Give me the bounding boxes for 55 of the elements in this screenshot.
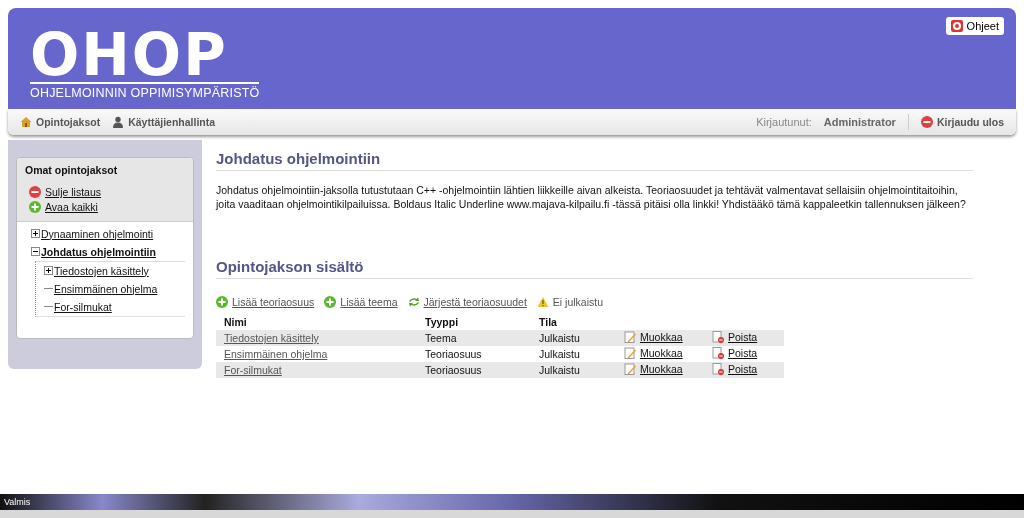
document-remove-icon (712, 331, 724, 343)
unpublished-label: Ei julkaistu (536, 296, 604, 308)
toolbar-link[interactable]: Järjestä teoriaosuudet (407, 296, 527, 308)
remove-icon (29, 186, 41, 198)
house-icon (20, 116, 32, 128)
logout-link[interactable]: Kirjaudu ulos (920, 116, 1004, 128)
table-cell: Teema (417, 330, 531, 346)
sidebar-action-link[interactable]: Avaa kaikki (29, 201, 185, 213)
help-button[interactable]: Ohjeet (945, 17, 1004, 35)
course-title: Johdatus ohjelmointiin (216, 150, 973, 171)
tree-item[interactable]: Ensimmäinen ohjelma (54, 282, 158, 295)
delete-link[interactable]: Poista (712, 347, 758, 359)
tree-item[interactable]: Johdatus ohjelmointiin (41, 245, 156, 258)
nav-link[interactable]: Käyttäjienhallinta (112, 116, 216, 128)
table-cell: Teoriaosuus (417, 362, 531, 378)
add-icon (29, 201, 41, 213)
arrows-icon (407, 296, 420, 308)
sidebar-action-link[interactable]: Sulje listaus (29, 186, 185, 198)
table-cell: Teoriaosuus (417, 346, 531, 362)
item-link[interactable]: Ensimmäinen ohjelma (224, 348, 328, 360)
document-remove-icon (712, 347, 724, 359)
course-description: Johdatus ohjelmointiin-jaksolla tutustutaan C++ -ohjelmointiin lähtien liikkeille aivan alkeista. Teoriaosuudet ja tehtävät valmentavat sellaisiin ohjelmointitaitoihin, joita vaaditaan ohjelmointikilpailuissa. Boldaus Italic Underline www.majava-kilpailu.fi -tässä pitäisi olla linkki! Yhdistääkö tämä kappaleetkin tallennuksen jälkeen? (216, 183, 967, 211)
pencil-icon (624, 331, 636, 343)
sidebar-title: Omat opintojaksot (25, 164, 119, 176)
column-header: Nimi (216, 314, 417, 330)
status-text: Valmis (4, 497, 31, 507)
table-cell: Julkaistu (531, 362, 616, 378)
tree-item[interactable]: Tiedostojen käsittely (54, 264, 149, 277)
collapse-toggle[interactable] (31, 247, 40, 256)
user-name: Administrator (823, 116, 896, 128)
toolbar-link[interactable]: Lisää teoriaosuus (216, 296, 315, 308)
user-icon (112, 116, 125, 128)
add-icon (324, 296, 337, 308)
column-header: Tyyppi (417, 314, 531, 330)
tree-item[interactable]: Dynaaminen ohjelmointi (41, 227, 154, 240)
nav-link[interactable]: Opintojaksot (20, 116, 101, 128)
table-cell: Julkaistu (531, 346, 616, 362)
pencil-icon (624, 347, 636, 359)
logo-text: OHOP (30, 30, 228, 80)
lifebuoy-icon (950, 20, 963, 32)
tree-item[interactable]: For-silmukat (54, 300, 112, 313)
expand-toggle[interactable] (44, 266, 53, 275)
section-title: Opintojakson sisältö (216, 258, 973, 279)
column-header: Tila (531, 314, 616, 330)
table-cell: Julkaistu (531, 330, 616, 346)
pencil-icon (624, 363, 636, 375)
logged-in-label: Kirjautunut: (756, 116, 812, 128)
expand-toggle[interactable] (31, 229, 40, 238)
toolbar-link[interactable]: Lisää teema (324, 296, 398, 308)
document-remove-icon (712, 363, 724, 375)
remove-icon (920, 116, 933, 128)
add-icon (216, 296, 228, 308)
edit-link[interactable]: Muokkaa (624, 347, 683, 359)
logo-subtitle: OHJELMOINNIN OPPIMISYMPÄRISTÖ (30, 82, 260, 100)
warning-icon (536, 296, 549, 308)
